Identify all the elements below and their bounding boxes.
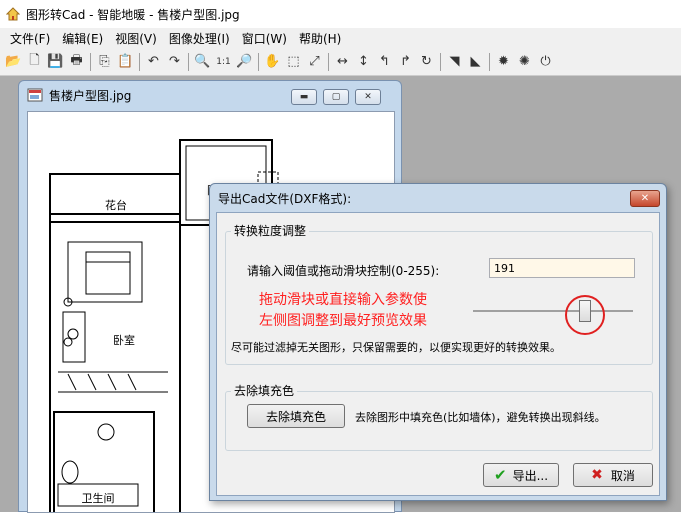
toolbar: 📂 🗋 💾 🖶 ⎘ 📋 ↶ ↷ 🔍 1:1 🔎 ✋ ⬚ ⤢ ↔ ↕ ↰ ↱ ↻ ◥ ◣ ✹ ✺ ⏻: [0, 48, 681, 76]
threshold-input[interactable]: [489, 258, 635, 278]
cancel-button-label: 取消: [610, 468, 635, 483]
toolbar-separator: [489, 52, 490, 71]
export-cad-dialog: 导出Cad文件(DXF格式): ✕ 转换粒度调整 请输入阈值或拖动滑块控制(0-…: [209, 183, 667, 501]
floorplan-label-balcony1: 花台: [105, 198, 127, 212]
rotate-right-icon[interactable]: ↱: [396, 52, 415, 72]
crop-icon[interactable]: ◥: [445, 52, 464, 72]
check-icon: ✔: [493, 466, 507, 484]
open-icon[interactable]: 📂: [4, 52, 23, 72]
annotation-circle: [564, 295, 605, 335]
menu-window[interactable]: 窗口(W): [236, 30, 293, 47]
save-icon[interactable]: 💾: [46, 52, 65, 72]
export-button-label: 导出...: [512, 468, 549, 483]
threshold-label: 请输入阈值或拖动滑块控制(0-255):: [247, 264, 440, 278]
floorplan-label-bathroom: 卫生间: [82, 491, 115, 505]
fill-icon[interactable]: ◣: [466, 52, 485, 72]
brightness-icon[interactable]: ✹: [494, 52, 513, 72]
minimize-button[interactable]: ▬: [291, 89, 317, 105]
more-icon[interactable]: ⏻: [536, 52, 555, 72]
dialog-title: 导出Cad文件(DXF格式):: [218, 191, 352, 206]
redo-icon[interactable]: ↷: [165, 52, 184, 72]
contrast-icon[interactable]: ✺: [515, 52, 534, 72]
toolbar-separator: [328, 52, 329, 71]
toolbar-separator: [90, 52, 91, 71]
toolbar-separator: [440, 52, 441, 71]
close-icon: ✕: [640, 193, 650, 204]
image-file-icon: [27, 88, 43, 102]
copy-icon[interactable]: ⎘: [95, 52, 114, 72]
app-titlebar: 图形转Cad - 智能地暖 - 售楼户型图.jpg: [0, 0, 681, 28]
remove-fill-description: 去除图形中填充色(比如墙体)，避免转换出现斜线。: [355, 411, 606, 424]
menu-view[interactable]: 视图(V): [109, 30, 163, 47]
actual-size-icon[interactable]: 1:1: [214, 52, 233, 72]
remove-fill-button[interactable]: 去除填充色: [247, 404, 345, 428]
pan-icon[interactable]: ✋: [263, 52, 282, 72]
fit-icon[interactable]: ⤢: [305, 52, 324, 72]
cancel-icon: ✖: [591, 467, 603, 483]
threshold-slider-track[interactable]: [473, 310, 633, 312]
child-window-title: 售楼户型图.jpg: [49, 88, 132, 103]
app-home-icon: [6, 7, 20, 21]
minimize-icon: ▬: [299, 92, 309, 102]
toolbar-separator: [139, 52, 140, 71]
flip-vertical-icon[interactable]: ↕: [354, 52, 373, 72]
export-button[interactable]: ✔ 导出...: [483, 463, 559, 487]
remove-fill-legend: 去除填充色: [231, 382, 298, 399]
rotate-left-icon[interactable]: ↰: [375, 52, 394, 72]
new-icon[interactable]: 🗋: [25, 52, 44, 72]
maximize-icon: ▢: [331, 92, 341, 102]
menu-file[interactable]: 文件(F): [4, 30, 56, 47]
undo-icon[interactable]: ↶: [144, 52, 163, 72]
select-rect-icon[interactable]: ⬚: [284, 52, 303, 72]
flip-horizontal-icon[interactable]: ↔: [333, 52, 352, 72]
dialog-body: 转换粒度调整 请输入阈值或拖动滑块控制(0-255): 拖动滑块或直接输入参数使…: [216, 212, 660, 496]
print-icon[interactable]: 🖶: [67, 52, 86, 72]
dialog-close-button[interactable]: ✕: [630, 190, 660, 207]
rotate-icon[interactable]: ↻: [417, 52, 436, 72]
granularity-legend: 转换粒度调整: [231, 222, 310, 239]
app-title: 图形转Cad - 智能地暖 - 售楼户型图.jpg: [26, 7, 240, 22]
floorplan-label-bedroom: 卧室: [113, 333, 135, 347]
menu-image-processing[interactable]: 图像处理(I): [163, 30, 236, 47]
menu-edit[interactable]: 编辑(E): [56, 30, 109, 47]
paste-icon[interactable]: 📋: [116, 52, 135, 72]
close-child-button[interactable]: ✕: [355, 89, 381, 105]
close-icon: ✕: [364, 92, 372, 102]
zoom-out-icon[interactable]: 🔎: [235, 52, 254, 72]
annotation-line1: 拖动滑块或直接输入参数使: [259, 292, 427, 308]
filter-hint: 尽可能过滤掉无关图形，只保留需要的，以便实现更好的转换效果。: [231, 341, 561, 354]
remove-fill-button-label: 去除填充色: [265, 409, 326, 424]
toolbar-separator: [258, 52, 259, 71]
menu-bar: 文件(F) 编辑(E) 视图(V) 图像处理(I) 窗口(W) 帮助(H): [0, 28, 681, 48]
toolbar-separator: [188, 52, 189, 71]
zoom-in-icon[interactable]: 🔍: [193, 52, 212, 72]
cancel-button[interactable]: ✖ 取消: [573, 463, 653, 487]
menu-help[interactable]: 帮助(H): [293, 30, 347, 47]
annotation-line2: 左侧图调整到最好预览效果: [259, 313, 427, 329]
dialog-titlebar[interactable]: 导出Cad文件(DXF格式):: [210, 184, 666, 212]
maximize-button[interactable]: ▢: [323, 89, 349, 105]
